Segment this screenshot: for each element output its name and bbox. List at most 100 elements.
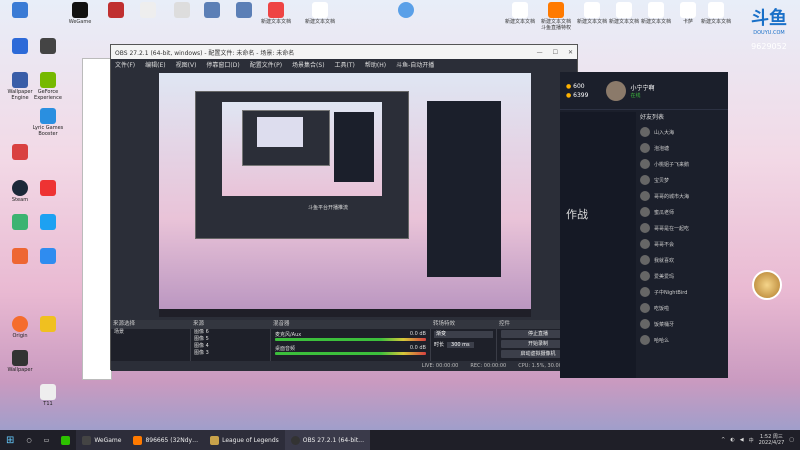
- tray-expand-icon[interactable]: ^: [721, 437, 725, 443]
- obs-preview[interactable]: 斗鱼平台开播推流: [159, 73, 531, 317]
- origin-icon: [12, 316, 28, 332]
- windows-icon: ⊞: [6, 434, 15, 446]
- system-tray: ^ ◐ ◀ 中 1:52 周三 2022/4/27 ▢: [721, 434, 800, 446]
- notification-icon[interactable]: ▢: [789, 437, 794, 443]
- desktop-icon[interactable]: [196, 2, 228, 19]
- task-view-button[interactable]: ▭: [38, 430, 56, 450]
- desktop-icon[interactable]: [390, 2, 422, 19]
- desktop-icon[interactable]: [166, 2, 198, 19]
- desktop-icon[interactable]: [32, 180, 64, 197]
- friend-name: 小桃姐子飞来鹅: [654, 161, 690, 168]
- menu-scene-collection[interactable]: 场景集合(S): [292, 60, 325, 69]
- taskbar-app-wegame[interactable]: WeGame: [76, 430, 128, 450]
- desktop-icon[interactable]: 新建文本文档: [260, 2, 292, 25]
- source-item[interactable]: 图像 5: [191, 336, 270, 343]
- desktop-icon[interactable]: 新建文本文档: [304, 2, 336, 25]
- source-item[interactable]: 图像 3: [191, 350, 270, 357]
- menu-help[interactable]: 帮助(H): [365, 60, 386, 69]
- friend-item[interactable]: 蜜瓜老师: [636, 204, 728, 220]
- minimize-icon[interactable]: —: [537, 49, 543, 56]
- desktop-icon[interactable]: GeForce Experience: [32, 72, 64, 101]
- avatar: [640, 175, 650, 185]
- app-icon: [12, 144, 28, 160]
- friend-item[interactable]: 宝贝梦: [636, 172, 728, 188]
- online-status: 在线: [630, 92, 641, 99]
- wegame-icon: [82, 435, 92, 445]
- menu-file[interactable]: 文件(F): [115, 60, 135, 69]
- source-item[interactable]: 图像 6: [191, 329, 270, 336]
- menu-profile[interactable]: 配置文件(P): [250, 60, 282, 69]
- desktop-icon[interactable]: [100, 2, 132, 19]
- friend-item[interactable]: 吃饭啦: [636, 300, 728, 316]
- network-icon[interactable]: ◐: [730, 437, 734, 443]
- avatar[interactable]: [606, 80, 627, 101]
- friend-item[interactable]: 泡泡塘: [636, 140, 728, 156]
- friend-item[interactable]: 子中NightBird: [636, 284, 728, 300]
- friend-item[interactable]: 我就喜欢: [636, 252, 728, 268]
- close-icon[interactable]: ✕: [568, 49, 573, 56]
- avatar: [640, 239, 650, 249]
- desktop-icon-wegame[interactable]: WeGame: [64, 2, 96, 25]
- douyu-logo-text: 斗鱼: [751, 8, 787, 29]
- wegame-icon: [72, 2, 88, 18]
- friend-item[interactable]: 山入大海: [636, 124, 728, 140]
- transition-select[interactable]: 渐变: [434, 331, 493, 338]
- maximize-icon[interactable]: ☐: [553, 49, 558, 56]
- taskbar-app-wechat[interactable]: [55, 430, 76, 450]
- desktop-icon[interactable]: Wallpaper: [4, 350, 36, 373]
- file-icon: [40, 384, 56, 400]
- friend-item[interactable]: 饭菜桶牙: [636, 316, 728, 332]
- desktop-icon[interactable]: [228, 2, 260, 19]
- menu-tools[interactable]: 工具(T): [335, 60, 355, 69]
- desktop-icon[interactable]: [4, 2, 36, 19]
- desktop-icon[interactable]: 新建文本文档: [640, 2, 672, 25]
- desktop-icon[interactable]: [32, 248, 64, 265]
- file-icon: [312, 2, 328, 18]
- menu-view[interactable]: 视图(V): [176, 60, 197, 69]
- file-icon: [648, 2, 664, 18]
- input-language[interactable]: 中: [749, 437, 754, 444]
- desktop-icon[interactable]: [32, 316, 64, 333]
- taskbar-app-lol[interactable]: League of Legends: [204, 430, 285, 450]
- friend-item[interactable]: 哥哥的城市大海: [636, 188, 728, 204]
- desktop-icon[interactable]: [4, 144, 36, 161]
- scene-item[interactable]: 场景: [111, 329, 190, 336]
- desktop-icon[interactable]: [32, 214, 64, 231]
- menu-docks[interactable]: 停靠窗口(D): [206, 60, 239, 69]
- friends-list: 好友列表 山入大海 泡泡塘 小桃姐子飞来鹅 宝贝梦 哥哥的城市大海 蜜瓜老师 哥…: [636, 112, 728, 378]
- desktop-icon[interactable]: Lyric Games Booster: [32, 108, 64, 137]
- search-button[interactable]: ○: [20, 430, 37, 450]
- desktop-icon[interactable]: 新建文本文档: [608, 2, 640, 25]
- friend-item[interactable]: 哥哥是在一起吃: [636, 220, 728, 236]
- clock[interactable]: 1:52 周三 2022/4/27: [759, 434, 785, 446]
- fishball-icon: ●: [566, 91, 572, 99]
- start-button[interactable]: ⊞: [0, 430, 20, 450]
- friend-name: 哈哈么: [654, 337, 670, 344]
- taskbar-app-browser[interactable]: 896665 (32Ndy…: [127, 430, 205, 450]
- duration-input[interactable]: 300 ms: [447, 341, 474, 348]
- app-icon: [108, 2, 124, 18]
- desktop-icon[interactable]: T11: [32, 384, 64, 407]
- taskbar-label: OBS 27.2.1 (64-bit…: [302, 436, 365, 444]
- friend-item[interactable]: 哥哥不会: [636, 236, 728, 252]
- friend-item[interactable]: 小桃姐子飞来鹅: [636, 156, 728, 172]
- desktop-icon[interactable]: 新建文本文档: [504, 2, 536, 25]
- taskbar-label: League of Legends: [222, 436, 279, 444]
- douyu-floating-badge[interactable]: [752, 270, 782, 300]
- desktop-icon[interactable]: 新建文本文档 斗鱼直播特权: [540, 2, 572, 31]
- volume-meter: [275, 338, 426, 341]
- friend-item[interactable]: 哈哈么: [636, 332, 728, 348]
- obs-statusbar: LIVE: 00:00:00 REC: 00:00:00 CPU: 1.5%, …: [111, 361, 579, 371]
- obs-menubar: 文件(F) 编辑(E) 视图(V) 停靠窗口(D) 配置文件(P) 场景集合(S…: [111, 59, 577, 70]
- volume-icon[interactable]: ◀: [740, 437, 744, 443]
- mixer-db: 0.0 dB: [409, 331, 426, 337]
- desktop-icon[interactable]: [132, 2, 164, 19]
- menu-edit[interactable]: 编辑(E): [145, 60, 165, 69]
- source-item[interactable]: 图像 4: [191, 343, 270, 350]
- desktop-icon[interactable]: 新建文本文档: [700, 2, 732, 25]
- menu-douyu[interactable]: 斗鱼-自动开播: [396, 60, 434, 69]
- taskbar-app-obs[interactable]: OBS 27.2.1 (64-bit…: [284, 430, 371, 450]
- desktop-icon[interactable]: 新建文本文档: [576, 2, 608, 25]
- desktop-icon[interactable]: [32, 38, 64, 55]
- friend-item[interactable]: 爱美爱玛: [636, 268, 728, 284]
